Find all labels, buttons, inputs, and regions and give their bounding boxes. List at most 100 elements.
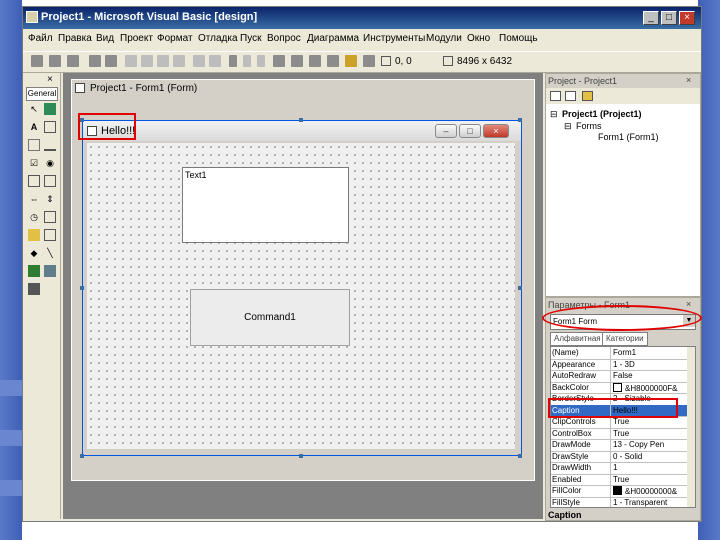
- tree-collapse-icon[interactable]: ⊟: [564, 121, 572, 132]
- label-tool-icon[interactable]: A: [28, 121, 40, 133]
- picturebox-tool-icon[interactable]: [44, 103, 56, 115]
- drivelistbox-tool-icon[interactable]: [44, 211, 56, 223]
- resize-handle[interactable]: [518, 286, 522, 290]
- position-icon: [381, 56, 391, 66]
- menu-editor-icon[interactable]: [67, 55, 79, 67]
- undo-icon[interactable]: [193, 55, 205, 67]
- color-swatch: [613, 486, 622, 495]
- menu-edit[interactable]: Правка: [58, 33, 92, 44]
- tab-alphabetic[interactable]: Алфавитная: [550, 332, 605, 346]
- property-row[interactable]: FillStyle 1 - Transparent: [551, 496, 695, 507]
- copy-icon[interactable]: [141, 55, 153, 67]
- project-explorer-icon[interactable]: [273, 55, 285, 67]
- menu-view[interactable]: Вид: [96, 33, 114, 44]
- tree-collapse-icon[interactable]: ⊟: [550, 109, 558, 120]
- toolbox-close-icon[interactable]: ×: [47, 74, 53, 85]
- slide-stripe: [0, 430, 22, 446]
- tree-project-root[interactable]: Project1 (Project1): [562, 109, 642, 119]
- resize-handle[interactable]: [80, 454, 84, 458]
- redo-icon[interactable]: [209, 55, 221, 67]
- resize-handle[interactable]: [518, 454, 522, 458]
- view-object-icon[interactable]: [565, 91, 576, 101]
- form1-minimize-button[interactable]: –: [435, 124, 457, 138]
- find-icon[interactable]: [173, 55, 185, 67]
- menu-diagram[interactable]: Диаграмма: [307, 33, 359, 44]
- view-code-icon[interactable]: [550, 91, 561, 101]
- form-icon: [75, 83, 85, 93]
- form-layout-icon[interactable]: [309, 55, 321, 67]
- line-tool-icon[interactable]: ╲: [44, 247, 56, 259]
- resize-handle[interactable]: [299, 118, 303, 122]
- shape-tool-icon[interactable]: ◆: [28, 247, 40, 259]
- project-explorer-title-bar: Project - Project1 ×: [546, 74, 700, 88]
- vscrollbar-tool-icon[interactable]: ⇕: [44, 193, 56, 205]
- open-icon[interactable]: [89, 55, 101, 67]
- filelistbox-tool-icon[interactable]: [44, 229, 56, 241]
- checkbox-tool-icon[interactable]: ☑: [28, 157, 40, 169]
- designer-title-bar: Project1 - Form1 (Form): [72, 80, 534, 98]
- menu-help[interactable]: Помощь: [499, 33, 538, 44]
- add-form-icon[interactable]: [49, 55, 61, 67]
- form1-close-button[interactable]: ×: [483, 124, 509, 138]
- timer-tool-icon[interactable]: ◷: [28, 211, 40, 223]
- menu-tools[interactable]: Инструменты: [363, 33, 425, 44]
- add-project-icon[interactable]: [31, 55, 43, 67]
- tree-form1-item[interactable]: Form1 (Form1): [598, 132, 659, 142]
- maximize-button[interactable]: □: [661, 11, 677, 25]
- tab-categorized[interactable]: Категории: [602, 332, 648, 346]
- form1-maximize-button[interactable]: □: [459, 124, 481, 138]
- break-icon[interactable]: [243, 55, 251, 67]
- pointer-tool-icon[interactable]: ↖: [28, 103, 40, 115]
- resize-handle[interactable]: [80, 286, 84, 290]
- property-description-title: Caption: [548, 510, 582, 520]
- frame-tool-icon[interactable]: [28, 139, 40, 151]
- caption-annotation-box: [78, 113, 136, 140]
- properties-window-icon[interactable]: [291, 55, 303, 67]
- properties-grid: (Name) Form1 Appearance 1 - 3D AutoRedraw F…: [550, 346, 696, 508]
- project-explorer-panel: Project - Project1 × ⊟ Project1 (Project…: [545, 73, 701, 297]
- cut-icon[interactable]: [125, 55, 137, 67]
- slide-stripe: [0, 380, 22, 396]
- paste-icon[interactable]: [157, 55, 169, 67]
- object-browser-icon[interactable]: [327, 55, 339, 67]
- combobox-tool-icon[interactable]: [28, 175, 40, 187]
- menu-format[interactable]: Формат: [157, 33, 193, 44]
- start-icon[interactable]: [229, 55, 237, 67]
- listbox-tool-icon[interactable]: [44, 175, 56, 187]
- image-tool-icon[interactable]: [28, 265, 40, 277]
- menu-project[interactable]: Проект: [120, 33, 153, 44]
- form1-title-bar[interactable]: Hello!!! – □ ×: [83, 121, 521, 141]
- minimize-button[interactable]: _: [643, 11, 659, 25]
- menu-addins[interactable]: Модули: [426, 33, 462, 44]
- hscrollbar-tool-icon[interactable]: ⇔: [28, 193, 40, 205]
- project-explorer-close-icon[interactable]: ×: [686, 75, 691, 85]
- toolbox-tab-general[interactable]: General: [26, 87, 58, 101]
- command1-button[interactable]: Command1: [190, 289, 350, 346]
- dirlistbox-tool-icon[interactable]: [28, 229, 40, 241]
- menu-debug[interactable]: Отладка: [198, 33, 238, 44]
- menu-query[interactable]: Вопрос: [267, 33, 301, 44]
- textbox-tool-icon[interactable]: [44, 121, 56, 133]
- close-button[interactable]: ×: [679, 11, 695, 25]
- resize-handle[interactable]: [299, 454, 303, 458]
- properties-close-icon[interactable]: ×: [686, 299, 691, 309]
- app-title-bar: Project1 - Microsoft Visual Basic [desig…: [23, 7, 701, 29]
- toolbox-icon[interactable]: [345, 55, 357, 67]
- data-tool-icon[interactable]: [44, 265, 56, 277]
- properties-scrollbar[interactable]: [687, 347, 695, 507]
- menu-window[interactable]: Окно: [467, 33, 490, 44]
- end-icon[interactable]: [257, 55, 265, 67]
- save-icon[interactable]: [105, 55, 117, 67]
- toggle-folders-icon[interactable]: [582, 91, 593, 101]
- form1-window[interactable]: Hello!!! – □ × Text1 Command1: [82, 120, 522, 456]
- menu-file[interactable]: Файл: [28, 33, 53, 44]
- optionbutton-tool-icon[interactable]: ◉: [44, 157, 56, 169]
- tree-forms-folder[interactable]: Forms: [576, 121, 602, 131]
- data-view-icon[interactable]: [363, 55, 375, 67]
- text1-textbox[interactable]: Text1: [182, 167, 349, 243]
- commandbutton-tool-icon[interactable]: [44, 139, 56, 151]
- form1-client-area[interactable]: Text1 Command1: [87, 143, 515, 449]
- menu-run[interactable]: Пуск: [240, 33, 261, 44]
- ole-tool-icon[interactable]: [28, 283, 40, 295]
- resize-handle[interactable]: [518, 118, 522, 122]
